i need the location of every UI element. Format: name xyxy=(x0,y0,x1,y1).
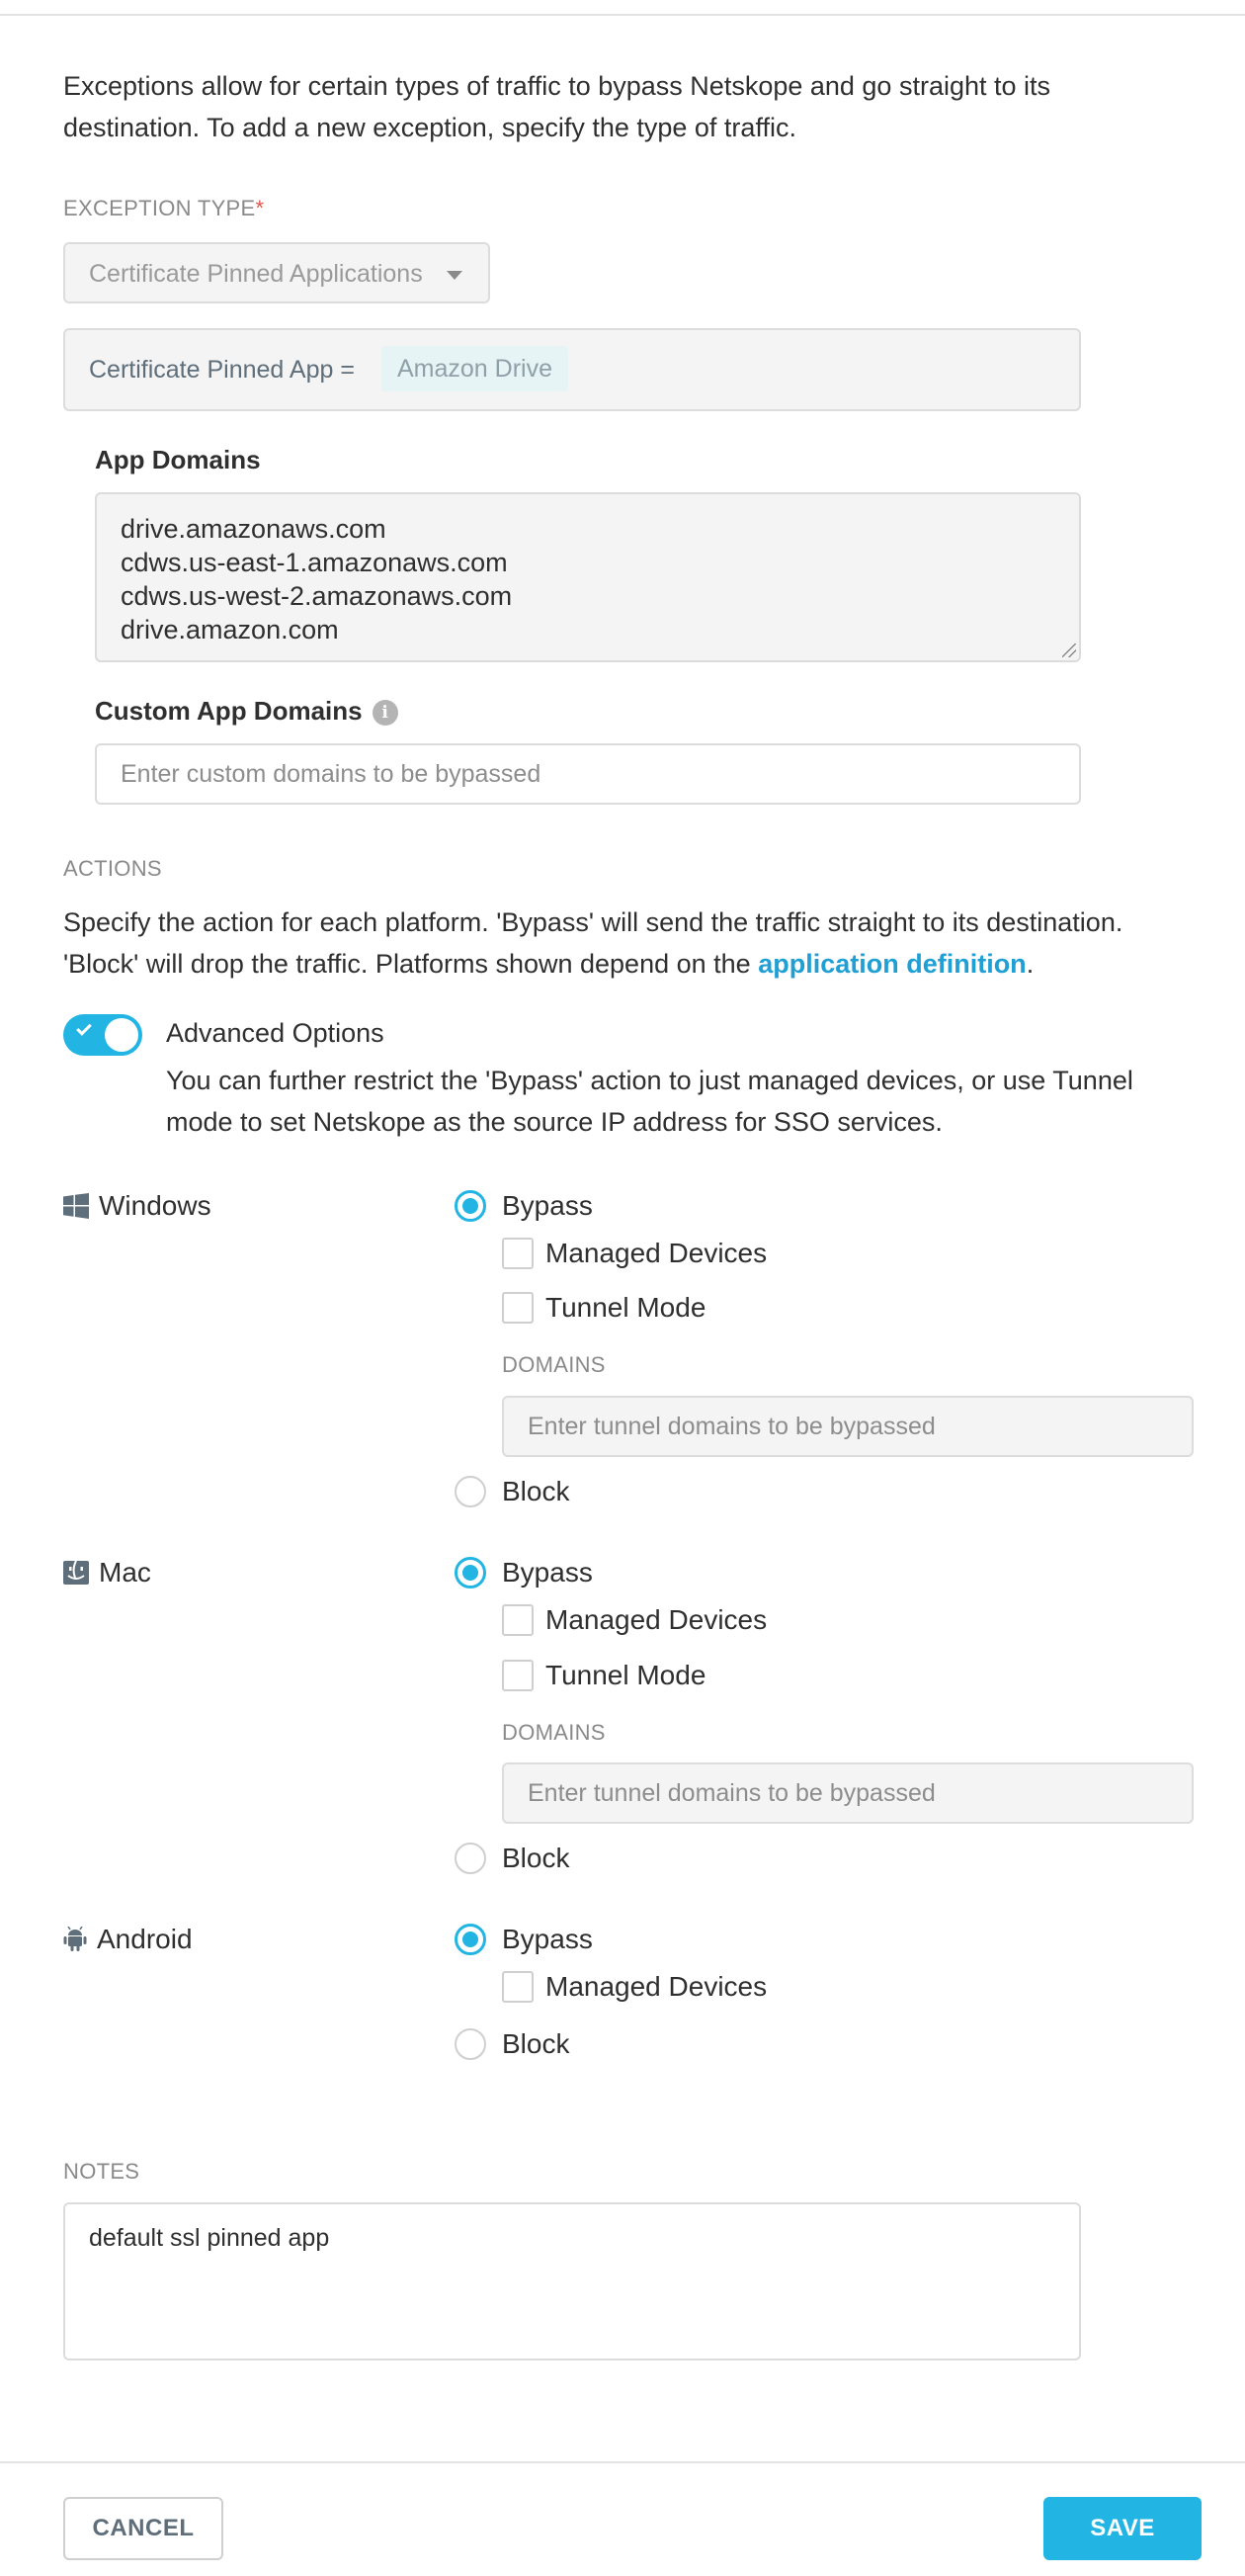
android-bypass-label: Bypass xyxy=(502,1924,593,1954)
mac-tunnel-checkbox[interactable] xyxy=(502,1660,534,1691)
platform-mac-name: Mac xyxy=(99,1557,151,1588)
app-domains-textarea[interactable]: drive.amazonaws.com cdws.us-east-1.amazo… xyxy=(95,492,1081,662)
mac-block-label: Block xyxy=(502,1843,570,1873)
exception-type-label-text: EXCEPTION TYPE xyxy=(63,196,256,220)
intro-text: Exceptions allow for certain types of tr… xyxy=(63,71,1051,142)
pinned-app-chip: Amazon Drive xyxy=(381,346,568,391)
save-button[interactable]: SAVE xyxy=(1043,2497,1202,2560)
custom-app-domains-heading-text: Custom App Domains xyxy=(95,696,363,726)
application-definition-link[interactable]: application definition xyxy=(758,949,1027,979)
platform-mac: Mac xyxy=(63,1557,151,1589)
windows-block-label: Block xyxy=(502,1476,570,1506)
windows-bypass-radio[interactable] xyxy=(455,1190,486,1222)
info-icon[interactable]: i xyxy=(372,700,398,726)
windows-tunnel-domains-field xyxy=(502,1396,1194,1457)
exception-type-value: Certificate Pinned Applications xyxy=(89,260,423,288)
notes-textarea[interactable]: default ssl pinned app xyxy=(63,2202,1081,2361)
custom-domains-input[interactable] xyxy=(97,745,1079,803)
actions-description-end: . xyxy=(1026,949,1035,979)
android-block-label: Block xyxy=(502,2028,570,2059)
exception-type-label: EXCEPTION TYPE* xyxy=(63,196,264,221)
app-domain-line: drive.amazon.com xyxy=(121,615,339,644)
advanced-options-title: Advanced Options xyxy=(166,1018,384,1048)
footer-divider xyxy=(0,2461,1245,2463)
cancel-button[interactable]: CANCEL xyxy=(63,2497,223,2560)
mac-managed-label: Managed Devices xyxy=(545,1604,768,1635)
windows-managed-label: Managed Devices xyxy=(545,1238,768,1268)
mac-domains-label: DOMAINS xyxy=(502,1720,606,1745)
actions-label: ACTIONS xyxy=(63,856,162,881)
windows-block-radio[interactable] xyxy=(455,1476,486,1507)
toggle-knob xyxy=(105,1018,138,1052)
windows-tunnel-label: Tunnel Mode xyxy=(545,1292,706,1323)
windows-domains-label: DOMAINS xyxy=(502,1352,606,1377)
top-divider xyxy=(0,14,1245,16)
mac-tunnel-domains-input[interactable] xyxy=(504,1764,1192,1822)
actions-description: Specify the action for each platform. 'B… xyxy=(63,902,1170,985)
chevron-down-icon xyxy=(447,271,462,280)
pinned-app-label: Certificate Pinned App = xyxy=(89,356,355,384)
required-marker: * xyxy=(255,196,265,220)
mac-managed-checkbox[interactable] xyxy=(502,1604,534,1636)
windows-managed-checkbox[interactable] xyxy=(502,1238,534,1269)
advanced-options-description: You can further restrict the 'Bypass' ac… xyxy=(166,1066,1133,1137)
android-block-radio[interactable] xyxy=(455,2028,486,2060)
check-icon xyxy=(76,1020,92,1036)
android-icon xyxy=(63,1927,87,1951)
finder-icon xyxy=(63,1561,89,1585)
mac-block-radio[interactable] xyxy=(455,1843,486,1874)
android-bypass-radio[interactable] xyxy=(455,1924,486,1955)
app-domains-heading: App Domains xyxy=(95,445,261,474)
windows-bypass-label: Bypass xyxy=(502,1190,593,1221)
advanced-options-toggle[interactable] xyxy=(63,1014,142,1056)
platform-android-name: Android xyxy=(97,1924,193,1954)
platform-windows-name: Windows xyxy=(99,1190,211,1221)
app-domain-line: drive.amazonaws.com xyxy=(121,514,386,544)
app-domain-line: cdws.us-east-1.amazonaws.com xyxy=(121,548,508,577)
windows-icon xyxy=(63,1193,89,1219)
notes-label: NOTES xyxy=(63,2159,140,2184)
android-managed-label: Managed Devices xyxy=(545,1971,768,2002)
exception-type-select[interactable]: Certificate Pinned Applications xyxy=(63,242,490,303)
custom-domains-field xyxy=(95,743,1081,805)
resize-handle-icon[interactable] xyxy=(1062,644,1076,657)
pinned-app-field: Certificate Pinned App = Amazon Drive xyxy=(63,328,1081,411)
platform-android: Android xyxy=(63,1924,193,1955)
custom-app-domains-heading: Custom App Domains i xyxy=(95,696,398,727)
app-domain-line: cdws.us-west-2.amazonaws.com xyxy=(121,581,513,611)
mac-bypass-label: Bypass xyxy=(502,1557,593,1588)
mac-bypass-radio[interactable] xyxy=(455,1557,486,1589)
mac-tunnel-label: Tunnel Mode xyxy=(545,1660,706,1690)
windows-tunnel-checkbox[interactable] xyxy=(502,1292,534,1324)
mac-tunnel-domains-field xyxy=(502,1762,1194,1824)
android-managed-checkbox[interactable] xyxy=(502,1971,534,2003)
platform-windows: Windows xyxy=(63,1190,211,1222)
windows-tunnel-domains-input[interactable] xyxy=(504,1398,1192,1455)
